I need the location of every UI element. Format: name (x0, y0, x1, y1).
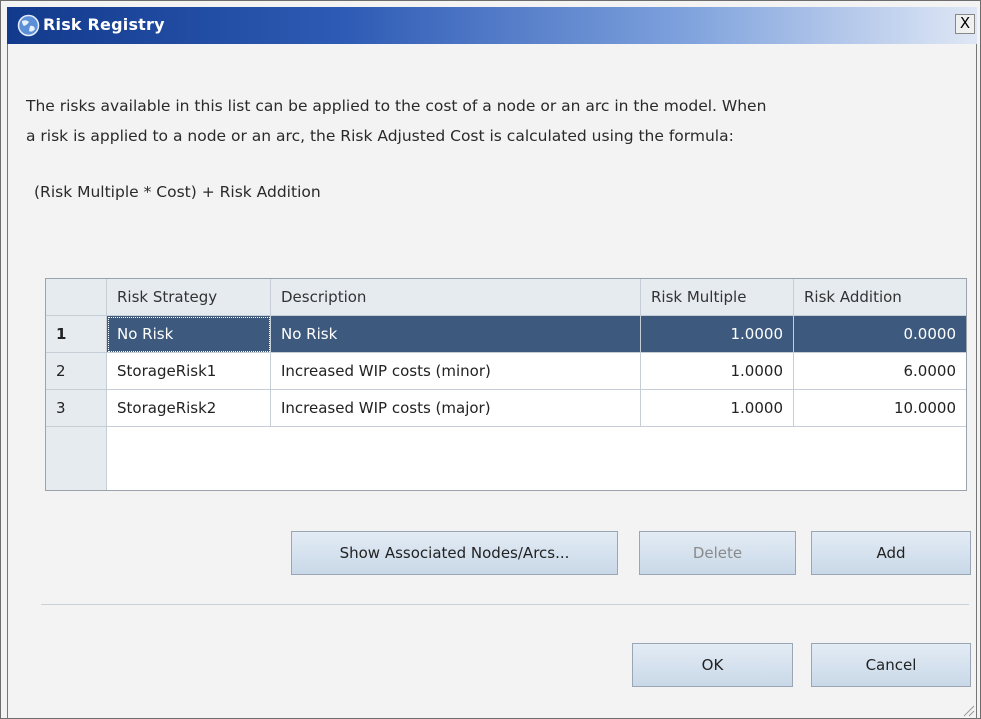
risk-table[interactable]: Risk Strategy Description Risk Multiple … (45, 278, 967, 491)
separator (41, 604, 969, 605)
description-cell[interactable]: Increased WIP costs (major) (271, 390, 641, 427)
risk-strategy-cell[interactable]: StorageRisk1 (107, 353, 271, 390)
window-title: Risk Registry (43, 15, 165, 34)
description-text: The risks available in this list can be … (26, 91, 971, 151)
risk-strategy-cell[interactable]: No Risk (107, 316, 271, 353)
description-line-1: The risks available in this list can be … (26, 97, 767, 115)
window-border-right (976, 44, 977, 719)
row-number[interactable]: 3 (46, 390, 107, 427)
column-header-risk-strategy[interactable]: Risk Strategy (107, 279, 271, 316)
delete-button[interactable]: Delete (639, 531, 796, 575)
title-bar[interactable]: Risk Registry (7, 7, 977, 44)
table-header-row: Risk Strategy Description Risk Multiple … (46, 279, 966, 316)
risk-addition-cell[interactable]: 10.0000 (794, 390, 966, 427)
description-line-2: a risk is applied to a node or an arc, t… (26, 127, 734, 145)
close-button[interactable]: X (955, 14, 975, 34)
globe-icon (17, 14, 40, 37)
formula-text: (Risk Multiple * Cost) + Risk Addition (34, 183, 321, 201)
risk-multiple-cell[interactable]: 1.0000 (641, 316, 794, 353)
row-number[interactable]: 2 (46, 353, 107, 390)
window-border-left (7, 44, 8, 719)
description-cell[interactable]: Increased WIP costs (minor) (271, 353, 641, 390)
risk-addition-cell[interactable]: 6.0000 (794, 353, 966, 390)
risk-multiple-cell[interactable]: 1.0000 (641, 353, 794, 390)
table-row[interactable]: 3 StorageRisk2 Increased WIP costs (majo… (46, 390, 966, 427)
risk-multiple-cell[interactable]: 1.0000 (641, 390, 794, 427)
risk-addition-cell[interactable]: 0.0000 (794, 316, 966, 353)
add-button[interactable]: Add (811, 531, 971, 575)
column-header-risk-addition[interactable]: Risk Addition (794, 279, 966, 316)
row-number-header (46, 279, 107, 316)
column-header-risk-multiple[interactable]: Risk Multiple (641, 279, 794, 316)
empty-row-number (46, 427, 107, 490)
description-cell[interactable]: No Risk (271, 316, 641, 353)
table-row[interactable]: 1 No Risk No Risk 1.0000 0.0000 (46, 316, 966, 353)
show-associated-nodes-button[interactable]: Show Associated Nodes/Arcs... (291, 531, 618, 575)
risk-strategy-cell[interactable]: StorageRisk2 (107, 390, 271, 427)
risk-registry-dialog: Risk Registry X The risks available in t… (0, 0, 981, 719)
ok-button[interactable]: OK (632, 643, 793, 687)
column-header-description[interactable]: Description (271, 279, 641, 316)
table-row[interactable]: 2 StorageRisk1 Increased WIP costs (mino… (46, 353, 966, 390)
resize-grip-icon[interactable] (959, 701, 975, 717)
row-number[interactable]: 1 (46, 316, 107, 353)
cancel-button[interactable]: Cancel (811, 643, 971, 687)
